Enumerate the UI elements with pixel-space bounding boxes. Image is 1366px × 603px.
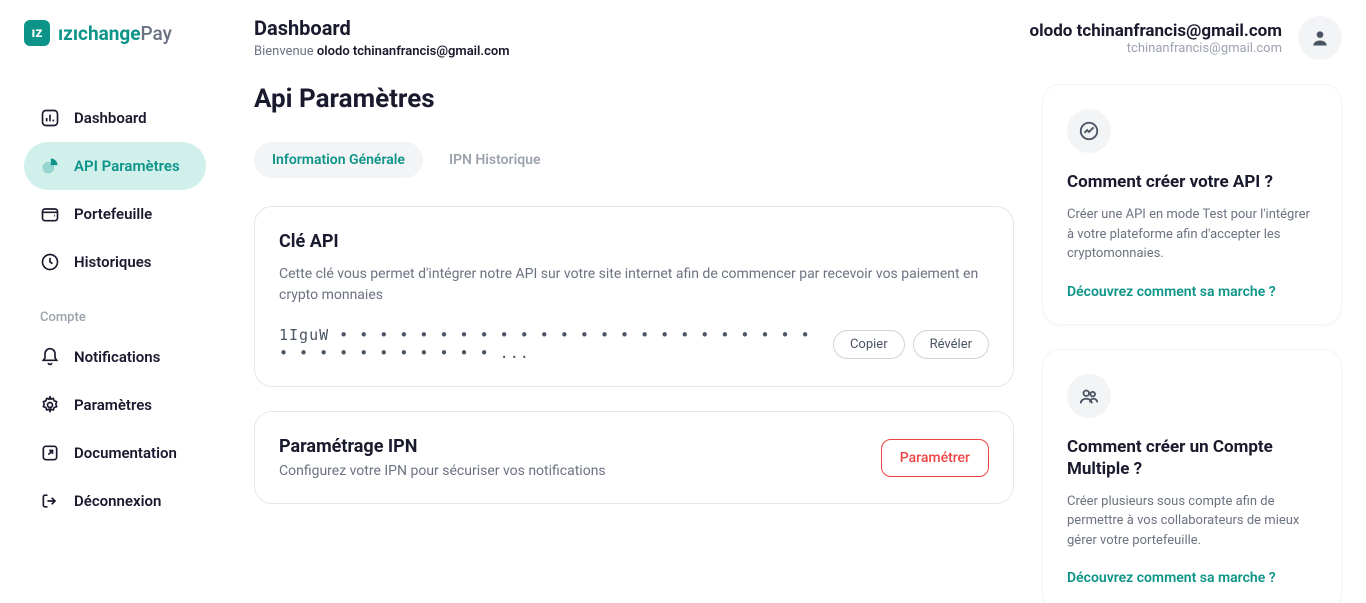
api-key-row: 1IguW • • • • • • • • • • • • • • • • • … [279, 326, 989, 362]
avatar[interactable] [1298, 16, 1342, 60]
side-panel: Comment créer votre API ? Créer une API … [1042, 84, 1342, 603]
user-email: tchinanfrancis@gmail.com [1030, 41, 1283, 56]
api-key-actions: Copier Révéler [833, 330, 989, 359]
ipn-card: Paramétrage IPN Configurez votre IPN pou… [254, 411, 1014, 504]
help-link[interactable]: Découvrez comment sa marche ? [1067, 570, 1317, 586]
api-key-value: 1IguW • • • • • • • • • • • • • • • • • … [279, 326, 821, 362]
logo[interactable]: ız ızıchangePay [24, 20, 230, 46]
help-card-multiple-account: Comment créer un Compte Multiple ? Créer… [1042, 349, 1342, 603]
sidebar-item-api-parametres[interactable]: API Paramètres [24, 142, 206, 190]
parametrer-button[interactable]: Paramétrer [881, 439, 989, 477]
tabs: Information Générale IPN Historique [254, 142, 1014, 178]
gear-icon [40, 395, 60, 415]
header: Dashboard Bienvenue olodo tchinanfrancis… [254, 16, 1342, 60]
sidebar-item-label: Notifications [74, 348, 160, 366]
sidebar-item-parametres[interactable]: Paramètres [24, 381, 206, 429]
header-right: olodo tchinanfrancis@gmail.com tchinanfr… [1030, 16, 1343, 60]
logout-icon [40, 491, 60, 511]
sidebar-item-label: Déconnexion [74, 492, 161, 510]
ipn-left: Paramétrage IPN Configurez votre IPN pou… [279, 436, 606, 479]
sidebar-item-notifications[interactable]: Notifications [24, 333, 206, 381]
help-desc: Créer une API en mode Test pour l'intégr… [1067, 205, 1317, 264]
tab-information-generale[interactable]: Information Générale [254, 142, 423, 178]
ipn-title: Paramétrage IPN [279, 436, 606, 457]
sidebar-item-deconnexion[interactable]: Déconnexion [24, 477, 206, 525]
sidebar-section-account: Compte [24, 286, 230, 333]
header-welcome: Bienvenue olodo tchinanfrancis@gmail.com [254, 44, 510, 59]
copy-button[interactable]: Copier [833, 330, 905, 359]
content-main: Api Paramètres Information Générale IPN … [254, 84, 1014, 603]
help-card-api: Comment créer votre API ? Créer une API … [1042, 84, 1342, 325]
bell-icon [40, 347, 60, 367]
sidebar-item-label: Paramètres [74, 396, 152, 414]
main-content: Dashboard Bienvenue olodo tchinanfrancis… [230, 0, 1366, 603]
sidebar-item-label: API Paramètres [74, 157, 180, 175]
content: Api Paramètres Information Générale IPN … [254, 84, 1342, 603]
api-key-desc: Cette clé vous permet d'intégrer notre A… [279, 264, 989, 306]
reveal-button[interactable]: Révéler [913, 330, 989, 359]
header-user: olodo tchinanfrancis@gmail.com tchinanfr… [1030, 21, 1283, 56]
pie-chart-icon [40, 156, 60, 176]
tab-ipn-historique[interactable]: IPN Historique [431, 142, 559, 178]
wallet-icon [40, 204, 60, 224]
help-desc: Créer plusieurs sous compte afin de perm… [1067, 492, 1317, 551]
help-title: Comment créer votre API ? [1067, 171, 1317, 193]
analytics-icon [1067, 109, 1111, 153]
logo-text: ızıchangePay [58, 22, 172, 45]
sidebar-item-historiques[interactable]: Historiques [24, 238, 206, 286]
sidebar-item-label: Dashboard [74, 109, 147, 127]
page-title: Api Paramètres [254, 84, 1014, 114]
user-icon [1310, 28, 1330, 48]
help-link[interactable]: Découvrez comment sa marche ? [1067, 284, 1317, 300]
user-name: olodo tchinanfrancis@gmail.com [1030, 21, 1283, 41]
sidebar-item-label: Documentation [74, 444, 177, 462]
chart-bar-icon [40, 108, 60, 128]
sidebar-item-label: Historiques [74, 253, 152, 271]
logo-icon: ız [24, 20, 50, 46]
header-left: Dashboard Bienvenue olodo tchinanfrancis… [254, 16, 510, 59]
ipn-desc: Configurez votre IPN pour sécuriser vos … [279, 463, 606, 479]
header-title: Dashboard [254, 16, 510, 40]
api-key-title: Clé API [279, 231, 989, 252]
users-icon [1067, 374, 1111, 418]
sidebar: ız ızıchangePay Dashboard API Paramètres… [0, 0, 230, 603]
sidebar-item-portefeuille[interactable]: Portefeuille [24, 190, 206, 238]
help-title: Comment créer un Compte Multiple ? [1067, 436, 1317, 480]
clock-icon [40, 252, 60, 272]
external-link-icon [40, 443, 60, 463]
sidebar-item-documentation[interactable]: Documentation [24, 429, 206, 477]
api-key-card: Clé API Cette clé vous permet d'intégrer… [254, 206, 1014, 387]
sidebar-item-label: Portefeuille [74, 205, 152, 223]
sidebar-item-dashboard[interactable]: Dashboard [24, 94, 206, 142]
